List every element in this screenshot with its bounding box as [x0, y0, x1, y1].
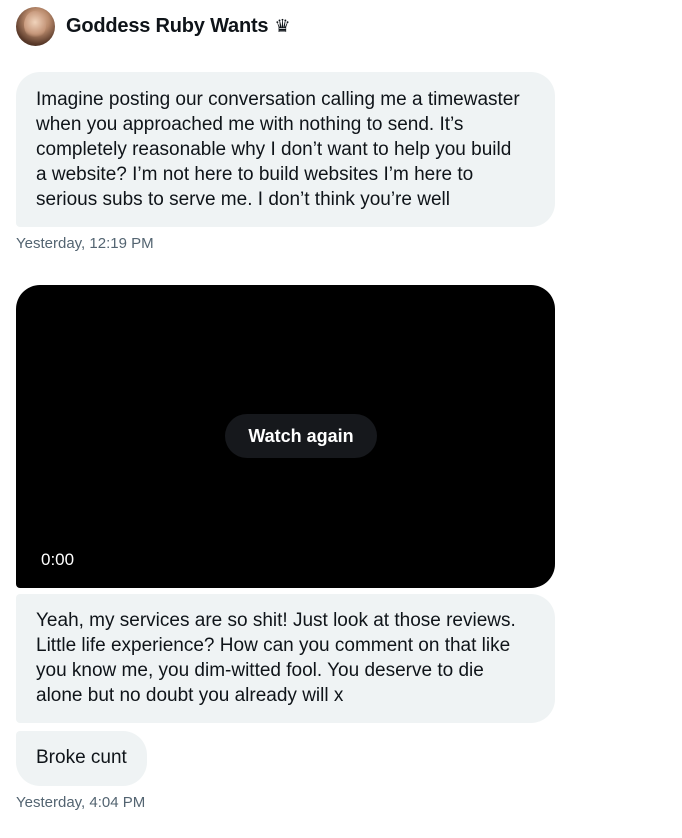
- message-bubble[interactable]: Yeah, my services are so shit! Just look…: [16, 594, 555, 723]
- message-line: Yeah, my services are so shit! Just look…: [36, 610, 516, 631]
- conversation-header: Goddess Ruby Wants ♛: [16, 6, 290, 46]
- message-line: a website? I’m not here to build website…: [36, 164, 474, 185]
- video-message[interactable]: Watch again 0:00: [16, 285, 555, 588]
- contact-name[interactable]: Goddess Ruby Wants ♛: [66, 15, 290, 38]
- message-timestamp: Yesterday, 4:04 PM: [16, 794, 146, 811]
- message-line: Imagine posting our conversation calling…: [36, 89, 520, 110]
- message-line: you know me, you dim-witted fool. You de…: [36, 660, 484, 681]
- avatar[interactable]: [16, 6, 55, 46]
- message-bubble[interactable]: Imagine posting our conversation calling…: [16, 72, 555, 227]
- contact-name-text: Goddess Ruby Wants: [66, 14, 269, 37]
- message-text: Broke cunt: [36, 747, 127, 768]
- message-bubble[interactable]: Broke cunt: [16, 731, 147, 786]
- crown-icon: ♛: [274, 15, 291, 37]
- message-timestamp: Yesterday, 12:19 PM: [16, 235, 154, 252]
- video-time-label: 0:00: [41, 550, 75, 569]
- message-line: completely reasonable why I don’t want t…: [36, 139, 512, 160]
- watch-again-button[interactable]: Watch again: [225, 414, 377, 458]
- message-line: Little life experience? How can you comm…: [36, 635, 511, 656]
- message-line: when you approached me with nothing to s…: [36, 114, 464, 135]
- message-line: serious subs to serve me. I don’t think …: [36, 189, 450, 210]
- message-line: alone but no doubt you already will x: [36, 685, 344, 706]
